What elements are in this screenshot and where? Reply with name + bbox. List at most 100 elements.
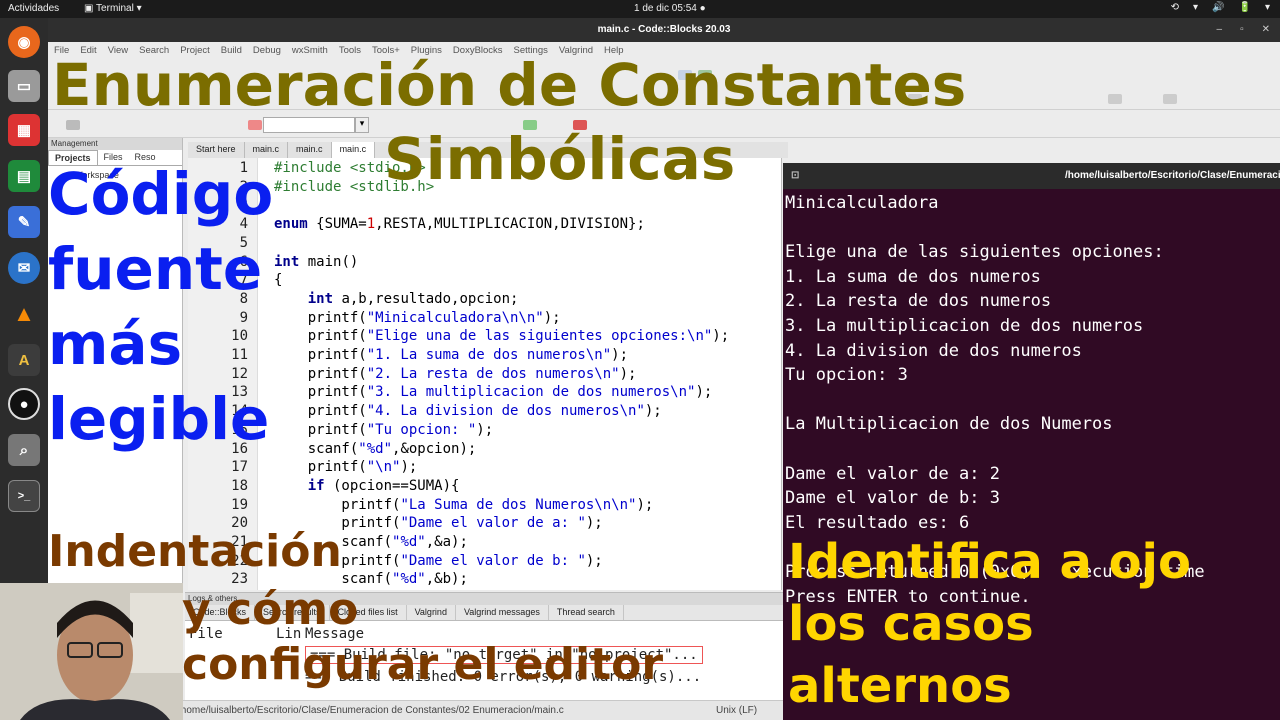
code-token: printf( <box>274 421 367 438</box>
obs-icon[interactable]: ● <box>8 388 40 420</box>
code-token: a,b,resultado,opcion; <box>333 290 519 307</box>
network-icon[interactable]: ▾ <box>1193 2 1198 13</box>
spreadsheet-icon[interactable]: ▤ <box>8 160 40 192</box>
activities-button[interactable]: Actividades <box>8 3 59 14</box>
system-menu-icon[interactable]: ▾ <box>1265 2 1270 13</box>
minimize-icon[interactable]: – <box>1217 18 1223 42</box>
tab-main-c[interactable]: main.c <box>245 142 289 158</box>
terminal-line: 4. La division de dos numeros <box>785 340 1082 361</box>
code-token: {SUMA= <box>307 216 367 233</box>
toolbar-find-icon[interactable] <box>1163 94 1177 104</box>
terminal-line: Dame el valor de b: 3 <box>785 488 1000 509</box>
code-line[interactable]: int a,b,resultado,opcion; <box>274 290 519 307</box>
terminal-line: Minicalculadora <box>785 193 939 213</box>
chevron-down-icon[interactable]: ▾ <box>355 117 369 133</box>
tab-main-c-active[interactable]: main.c <box>331 142 376 158</box>
code-token: if <box>307 477 325 494</box>
new-tab-icon[interactable]: ⊡ <box>791 163 799 189</box>
toolbar-icon[interactable] <box>248 120 262 130</box>
code-line[interactable]: printf("3. La multiplicacion de dos nume… <box>274 384 713 401</box>
battery-icon[interactable]: 🔋 <box>1239 2 1251 13</box>
overlay-left-line4: legible <box>48 385 270 453</box>
clock[interactable]: 1 de dic 05:54 ● <box>634 3 706 14</box>
overlay-left-line3: más <box>48 310 183 378</box>
code-token: ); <box>712 328 730 345</box>
volume-icon[interactable]: 🔊 <box>1212 2 1224 13</box>
overlay-left-line2: fuente <box>48 235 263 303</box>
tab-thread-search[interactable]: Thread search <box>549 605 624 620</box>
webcam-overlay <box>0 583 183 720</box>
code-token: ); <box>644 403 662 420</box>
code-line[interactable]: int main() <box>274 254 358 270</box>
code-line[interactable]: printf("Tu opcion: "); <box>274 422 493 438</box>
management-header: Management <box>48 138 182 150</box>
close-icon[interactable]: ✕ <box>1262 18 1270 42</box>
code-line[interactable]: printf("Elige una de las siguientes opci… <box>274 328 729 344</box>
code-line[interactable]: printf("Minicalculadora\n\n"); <box>274 310 561 326</box>
overlay-indent-line2: y cómo <box>182 584 359 635</box>
window-title-bar: main.c - Code::Blocks 20.03 – ▫ ✕ <box>48 18 1280 42</box>
toolbar-icon[interactable] <box>66 120 80 130</box>
search-icon[interactable]: ⌕ <box>8 434 40 466</box>
terminal-dock-icon[interactable]: >_ <box>8 480 40 512</box>
overlay-yellow-line2: los casos <box>788 596 1034 652</box>
app-menu-label: Terminal ▾ <box>96 3 142 14</box>
thunderbird-icon[interactable]: ✉ <box>8 252 40 284</box>
terminal-line: Tu opcion: 3 <box>785 365 908 386</box>
sync-icon[interactable]: ⟲ <box>1171 2 1179 13</box>
terminal-icon: ▣ <box>84 3 97 14</box>
maximize-icon[interactable]: ▫ <box>1240 18 1244 42</box>
code-line[interactable]: printf("2. La resta de dos numeros\n"); <box>274 366 637 382</box>
firefox-icon[interactable]: ◉ <box>8 26 40 58</box>
gnome-top-bar: Actividades ▣ Terminal ▾ 1 de dic 05:54 … <box>0 0 1280 18</box>
tab-main-c[interactable]: main.c <box>288 142 332 158</box>
code-token: ); <box>695 384 713 401</box>
terminal-line: Dame el valor de a: 2 <box>785 463 1000 484</box>
code-line[interactable]: { <box>274 272 282 288</box>
system-tray[interactable]: ⟲ ▾ 🔊 🔋 ▾ <box>1171 2 1270 13</box>
code-token: enum <box>274 216 308 233</box>
code-token: "La Suma de dos Numeros\n\n" <box>400 496 637 513</box>
terminal-line: La Multiplicacion de dos Numeros <box>785 414 1113 435</box>
code-token: (opcion==SUMA){ <box>324 477 460 494</box>
code-token: ); <box>611 347 629 363</box>
code-completion-dropdown[interactable] <box>263 117 355 133</box>
tab-valgrind[interactable]: Valgrind <box>407 605 456 620</box>
terminal-title-bar: ⊡ /home/luisalberto/Escritorio/Clase/Enu… <box>783 163 1280 189</box>
code-line[interactable]: enum {SUMA=1,RESTA,MULTIPLICACION,DIVISI… <box>274 216 645 232</box>
tab-valgrind-messages[interactable]: Valgrind messages <box>456 605 549 620</box>
toolbar-zoom-icon[interactable] <box>1108 94 1122 104</box>
code-token: int <box>274 253 300 270</box>
line-number: 12 <box>231 365 248 382</box>
code-line[interactable]: printf("\n"); <box>274 459 418 475</box>
text-editor-icon[interactable]: ✎ <box>8 206 40 238</box>
tab-start-here[interactable]: Start here <box>188 142 245 158</box>
overlay-indent-line1: Indentación <box>48 526 342 577</box>
line-number: 9 <box>239 309 248 326</box>
code-line[interactable]: printf("La Suma de dos Numeros\n\n"); <box>274 497 653 513</box>
software-icon[interactable]: ▦ <box>8 114 40 146</box>
files-icon[interactable]: ▭ <box>8 70 40 102</box>
code-token: "%d" <box>392 534 426 550</box>
code-token: scanf( <box>274 440 359 457</box>
code-token: ,&a); <box>425 534 468 550</box>
code-line[interactable]: scanf("%d",&opcion); <box>274 440 477 457</box>
line-number: 19 <box>231 496 248 513</box>
code-token: "3. La multiplicacion de dos numeros\n" <box>366 384 696 401</box>
code-line[interactable]: printf("1. La suma de dos numeros\n"); <box>274 347 628 363</box>
app-menu[interactable]: ▣ Terminal ▾ <box>84 3 142 14</box>
terminal-line: 2. La resta de dos numeros <box>785 291 1052 312</box>
overlay-indent-line3: configurar el editor <box>182 639 664 690</box>
code-token: "1. La suma de dos numeros\n" <box>366 347 612 363</box>
codeblocks-icon[interactable]: A <box>8 344 40 376</box>
code-token: "Minicalculadora\n\n" <box>366 309 544 326</box>
code-line[interactable]: if (opcion==SUMA){ <box>274 477 460 494</box>
vlc-icon[interactable]: ▲ <box>8 298 40 330</box>
screen: Actividades ▣ Terminal ▾ 1 de dic 05:54 … <box>0 0 1280 720</box>
terminal-line: El resultado es: 6 <box>785 512 970 533</box>
code-line[interactable]: printf("4. La division de dos numeros\n"… <box>274 403 662 419</box>
line-number: 17 <box>231 459 248 476</box>
code-token: "Dame el valor de b: " <box>400 552 586 569</box>
